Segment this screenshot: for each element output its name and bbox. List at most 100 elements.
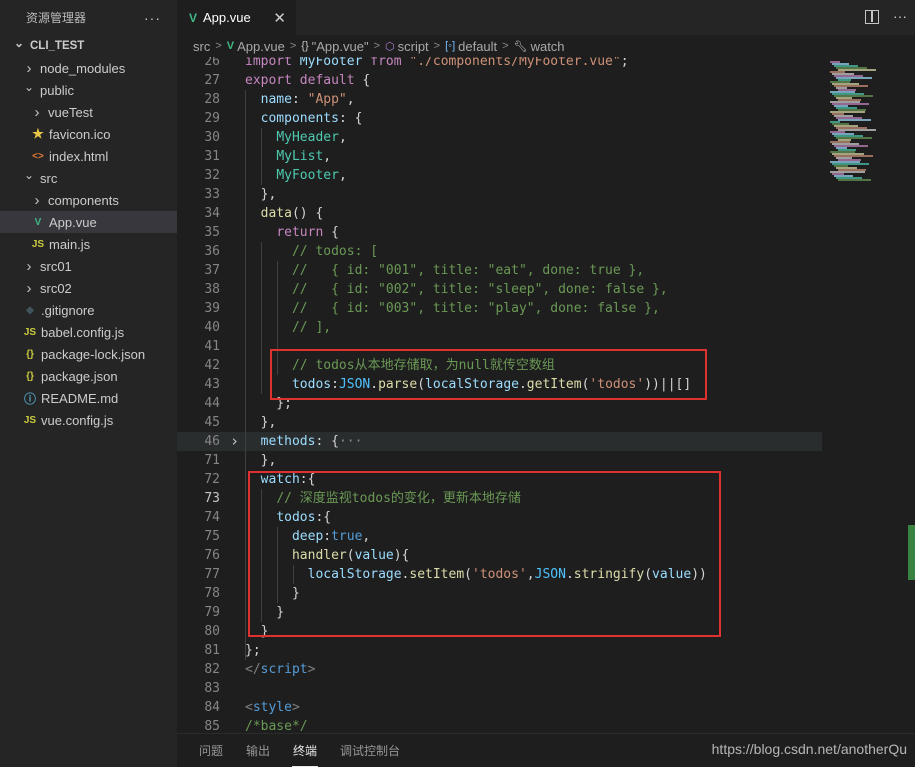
tree-item-public[interactable]: ⌄ public: [0, 79, 177, 101]
line-number: 74: [204, 510, 220, 525]
breadcrumb-script[interactable]: script: [398, 39, 429, 54]
breadcrumb-default[interactable]: default: [458, 39, 497, 54]
tree-item-label: src02: [40, 280, 72, 296]
file-tree: ⌄ CLI_TEST › node_modules ⌄ public › vueTest ★ fa…: [0, 35, 177, 431]
chevron-right-icon: >: [215, 40, 222, 52]
code-text: // { id: "002", title: "sleep", done: fa…: [291, 282, 668, 297]
breadcrumb: src > V App.vue > {} "App.vue" > ⬡ scrip…: [177, 35, 915, 57]
code-text: components: {: [260, 111, 363, 126]
close-tab-icon[interactable]: ✕: [273, 9, 286, 27]
code-text: // ],: [291, 320, 332, 335]
breadcrumb-src[interactable]: src: [193, 39, 210, 54]
json-file-icon: {}: [26, 370, 34, 382]
code-line: 85 /*base*/: [177, 717, 822, 733]
code-text: },: [245, 415, 277, 430]
fold-chevron-icon[interactable]: ›: [230, 432, 239, 451]
split-editor-icon[interactable]: [865, 10, 879, 24]
editor-more-button[interactable]: ···: [893, 8, 907, 24]
tree-item-main-js[interactable]: JS main.js: [0, 233, 177, 255]
tree-item-label: vue.config.js: [41, 412, 114, 428]
line-number: 45: [204, 415, 220, 430]
code-line: 71 },: [177, 451, 822, 470]
tree-item-babel-config-js[interactable]: JS babel.config.js: [0, 321, 177, 343]
line-number: 80: [204, 624, 220, 639]
tree-item-gitignore[interactable]: ◆ .gitignore: [0, 299, 177, 321]
code-line: 37 // { id: "001", title: "eat", done: t…: [177, 261, 822, 280]
line-number: 42: [204, 358, 220, 373]
tree-item-vuetest[interactable]: › vueTest: [0, 101, 177, 123]
tree-item-favicon-ico[interactable]: ★ favicon.ico: [0, 123, 177, 145]
indent-guide: [261, 128, 262, 185]
tab-app-vue[interactable]: V App.vue ✕: [177, 0, 296, 35]
watermark: https://blog.csdn.net/anotherQu: [711, 741, 907, 757]
tab-debug-console[interactable]: 调试控制台: [339, 742, 401, 759]
line-number: 40: [204, 320, 220, 335]
code-line: 82 </script>: [177, 660, 822, 679]
line-number: 84: [204, 700, 220, 715]
vue-file-icon: V: [34, 216, 42, 228]
code-line: 81};: [177, 641, 822, 660]
tab-output[interactable]: 输出: [245, 742, 271, 759]
tree-item-src[interactable]: ⌄ src: [0, 167, 177, 189]
tree-item-app-vue[interactable]: V App.vue: [0, 211, 177, 233]
line-number: 78: [204, 586, 220, 601]
breadcrumb-file[interactable]: App.vue: [237, 39, 285, 54]
tree-item-src01[interactable]: › src01: [0, 255, 177, 277]
tree-item-package-json[interactable]: {} package.json: [0, 365, 177, 387]
line-number: 29: [204, 111, 220, 126]
code-line: 40 // ],: [177, 318, 822, 337]
tab-terminal[interactable]: 终端: [292, 742, 319, 767]
info-file-icon: ⓘ: [23, 391, 36, 406]
tree-item-label: App.vue: [49, 214, 97, 230]
annotation-box-data: [270, 349, 707, 400]
js-file-icon: JS: [23, 326, 37, 338]
line-number: 43: [204, 377, 220, 392]
minimap[interactable]: [822, 57, 915, 733]
line-number: 26: [204, 57, 220, 69]
code-line: 27 export default {: [177, 71, 822, 90]
tree-item-label: package.json: [41, 368, 118, 384]
explorer-title: 资源管理器: [26, 11, 87, 25]
chevron-right-icon: >: [373, 40, 380, 52]
tree-item-cli-test[interactable]: ⌄ CLI_TEST: [0, 35, 177, 57]
tree-item-label: CLI_TEST: [30, 40, 85, 52]
line-number: 35: [204, 225, 220, 240]
tree-item-node-modules[interactable]: › node_modules: [0, 57, 177, 79]
js-file-icon: JS: [23, 414, 37, 426]
js-file-icon: JS: [31, 238, 45, 250]
code-text: // todos: [: [291, 244, 379, 259]
breadcrumb-module[interactable]: "App.vue": [312, 39, 369, 54]
tree-item-index-html[interactable]: <> index.html: [0, 145, 177, 167]
tree-item-label: public: [40, 82, 74, 98]
code-text: // { id: "003", title: "play", done: fal…: [291, 301, 660, 316]
chevron-right-icon: >: [289, 40, 297, 52]
code-line: 36 // todos: [: [177, 242, 822, 261]
chevron-right-icon: ›: [26, 279, 32, 297]
line-number: 85: [204, 719, 220, 733]
tree-item-package-lock-json[interactable]: {} package-lock.json: [0, 343, 177, 365]
tree-item-vue-config-js[interactable]: JS vue.config.js: [0, 409, 177, 431]
tab-problems[interactable]: 问题: [198, 742, 224, 759]
scrollbar-thumb[interactable]: [908, 525, 915, 580]
tree-item-label: components: [48, 192, 119, 208]
breadcrumb-watch[interactable]: watch: [531, 39, 565, 54]
code-line: 29 components: {: [177, 109, 822, 128]
tab-label: App.vue: [203, 10, 251, 25]
editor-tab-bar: V App.vue ✕ ···: [177, 0, 915, 35]
code-line: 35 return {: [177, 223, 822, 242]
code-line: 31 MyList,: [177, 147, 822, 166]
tree-item-label: vueTest: [48, 104, 93, 120]
annotation-box-watch: [248, 471, 721, 637]
line-number: 32: [204, 168, 220, 183]
vue-file-icon: V: [189, 10, 198, 25]
line-number: 27: [204, 73, 220, 88]
explorer-more-button[interactable]: ···: [144, 10, 161, 26]
code-editor[interactable]: 26 import MyFooter from "./components/MyF…: [177, 57, 915, 733]
tree-item-src02[interactable]: › src02: [0, 277, 177, 299]
git-file-icon: ◆: [26, 304, 34, 316]
tree-item-label: main.js: [49, 236, 91, 252]
star-icon: ★: [32, 126, 44, 141]
tree-item-readme-md[interactable]: ⓘ README.md: [0, 387, 177, 409]
tree-item-label: .gitignore: [41, 302, 95, 318]
tree-item-components[interactable]: › components: [0, 189, 177, 211]
